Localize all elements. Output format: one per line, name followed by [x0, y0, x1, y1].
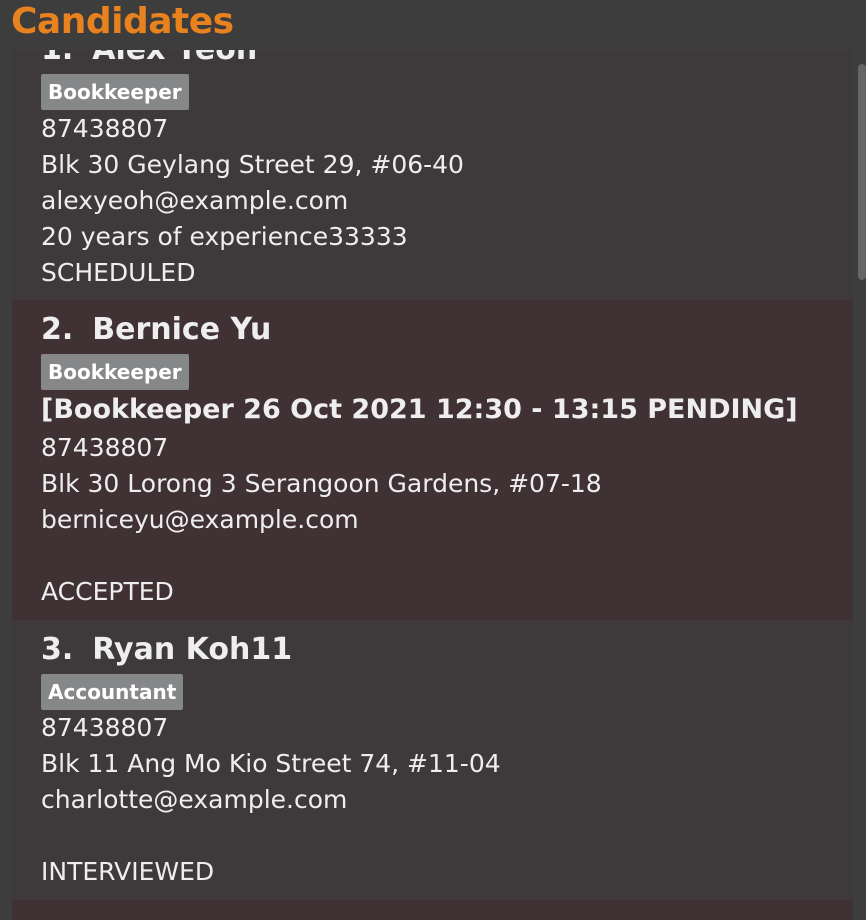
candidate-address: Blk 30 Geylang Street 29, #06-40: [41, 150, 464, 179]
candidate-card[interactable]: [12, 900, 853, 920]
candidate-name: Ryan Koh11: [92, 632, 293, 667]
candidate-email: berniceyu@example.com: [41, 505, 359, 534]
candidate-tag: Bookkeeper: [41, 354, 189, 390]
candidate-address: Blk 11 Ang Mo Kio Street 74, #11-04: [41, 749, 501, 778]
candidate-email: alexyeoh@example.com: [41, 186, 349, 215]
candidate-status: SCHEDULED: [41, 258, 196, 287]
candidate-phone: 87438807: [41, 114, 169, 143]
candidate-name-row: 1. Alex Yeoh: [41, 50, 257, 68]
candidate-list[interactable]: 1. Alex Yeoh Bookkeeper 87438807 Blk 30 G…: [12, 50, 853, 920]
candidate-card[interactable]: 2. Bernice Yu Bookkeeper [Bookkeeper 26 O…: [12, 300, 853, 620]
candidate-index: 2.: [41, 312, 74, 347]
panel-title: Candidates: [11, 1, 234, 42]
candidate-index: 1.: [41, 50, 73, 67]
candidate-name: Alex Yeoh: [92, 50, 257, 67]
candidate-email: charlotte@example.com: [41, 785, 348, 814]
candidate-tag: Bookkeeper: [41, 74, 189, 110]
candidate-tag: Accountant: [41, 674, 184, 710]
candidate-address: Blk 30 Lorong 3 Serangoon Gardens, #07-1…: [41, 469, 602, 498]
candidate-index: 3.: [41, 632, 74, 667]
candidates-panel-header: Candidates: [0, 0, 866, 50]
candidate-status: INTERVIEWED: [41, 857, 215, 886]
candidate-name: Bernice Yu: [92, 312, 272, 347]
candidate-remark: 20 years of experience33333: [41, 222, 408, 251]
candidate-name-row: 3. Ryan Koh11: [41, 632, 292, 668]
candidate-interview: [Bookkeeper 26 Oct 2021 12:30 - 13:15 PE…: [41, 394, 798, 425]
candidate-name-row: 2. Bernice Yu: [41, 312, 271, 348]
candidate-status: ACCEPTED: [41, 577, 174, 606]
candidate-phone: 87438807: [41, 713, 169, 742]
candidate-card[interactable]: 3. Ryan Koh11 Accountant 87438807 Blk 11 …: [12, 620, 853, 920]
candidate-phone: 87438807: [41, 433, 169, 462]
candidate-card[interactable]: 1. Alex Yeoh Bookkeeper 87438807 Blk 30 G…: [12, 50, 853, 300]
scrollbar-thumb[interactable]: [858, 64, 866, 280]
